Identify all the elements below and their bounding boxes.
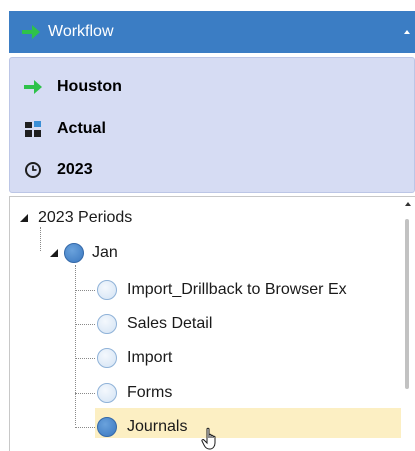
- tree-step-label: Sales Detail: [127, 315, 213, 332]
- green-arrow-icon: [22, 25, 40, 39]
- collapse-caret-icon[interactable]: [403, 28, 411, 36]
- tree-root-label: 2023 Periods: [38, 209, 133, 226]
- context-panel: Houston Actual 2023: [9, 57, 415, 193]
- tree-step-journals[interactable]: Journals: [97, 413, 187, 441]
- tree-step-forms[interactable]: Forms: [97, 379, 172, 407]
- context-time[interactable]: 2023: [10, 154, 93, 186]
- tree-connector: [75, 290, 95, 291]
- status-empty-circle-icon: [97, 383, 117, 403]
- tree-connector: [75, 427, 95, 428]
- tree-step-import-drillback[interactable]: Import_Drillback to Browser Ex: [97, 276, 347, 304]
- tree-connector: [75, 324, 95, 325]
- tree-root-periods[interactable]: 2023 Periods: [18, 204, 132, 232]
- status-filled-circle-icon: [97, 417, 117, 437]
- expanded-triangle-icon[interactable]: [18, 212, 30, 224]
- tree-step-label: Forms: [127, 384, 173, 401]
- tree-step-label: Import: [127, 349, 173, 366]
- tree-step-label: Journals: [127, 418, 188, 435]
- context-entity-label: Houston: [57, 78, 122, 95]
- tree-period-jan[interactable]: Jan: [48, 239, 118, 267]
- status-filled-circle-icon: [64, 243, 84, 263]
- status-empty-circle-icon: [97, 280, 117, 300]
- header-title: Workflow: [48, 23, 114, 40]
- tree-step-sales-detail[interactable]: Sales Detail: [97, 310, 212, 338]
- context-scenario[interactable]: Actual: [10, 113, 106, 145]
- tree-step-label: Import_Drillback to Browser Ex: [127, 281, 347, 298]
- workflow-tree: 2023 Periods Jan Import_Drillback to Bro…: [9, 196, 415, 451]
- context-time-label: 2023: [57, 161, 93, 178]
- workflow-header[interactable]: Workflow: [9, 11, 415, 53]
- scenario-blocks-icon: [23, 119, 43, 139]
- clock-icon: [23, 160, 43, 180]
- context-scenario-label: Actual: [57, 120, 106, 137]
- tree-scrollbar[interactable]: [401, 197, 415, 451]
- tree-connector: [75, 393, 95, 394]
- hand-pointer-cursor-icon: [201, 427, 216, 450]
- scroll-up-arrow-icon[interactable]: [405, 201, 411, 207]
- tree-connector: [75, 265, 76, 425]
- status-empty-circle-icon: [97, 348, 117, 368]
- tree-connector: [75, 358, 95, 359]
- tree-step-import[interactable]: Import: [97, 344, 172, 372]
- context-entity[interactable]: Houston: [10, 71, 122, 103]
- scroll-thumb[interactable]: [405, 219, 409, 389]
- expanded-triangle-icon[interactable]: [48, 247, 60, 259]
- tree-period-label: Jan: [92, 244, 118, 261]
- status-empty-circle-icon: [97, 314, 117, 334]
- green-arrow-icon: [23, 77, 43, 97]
